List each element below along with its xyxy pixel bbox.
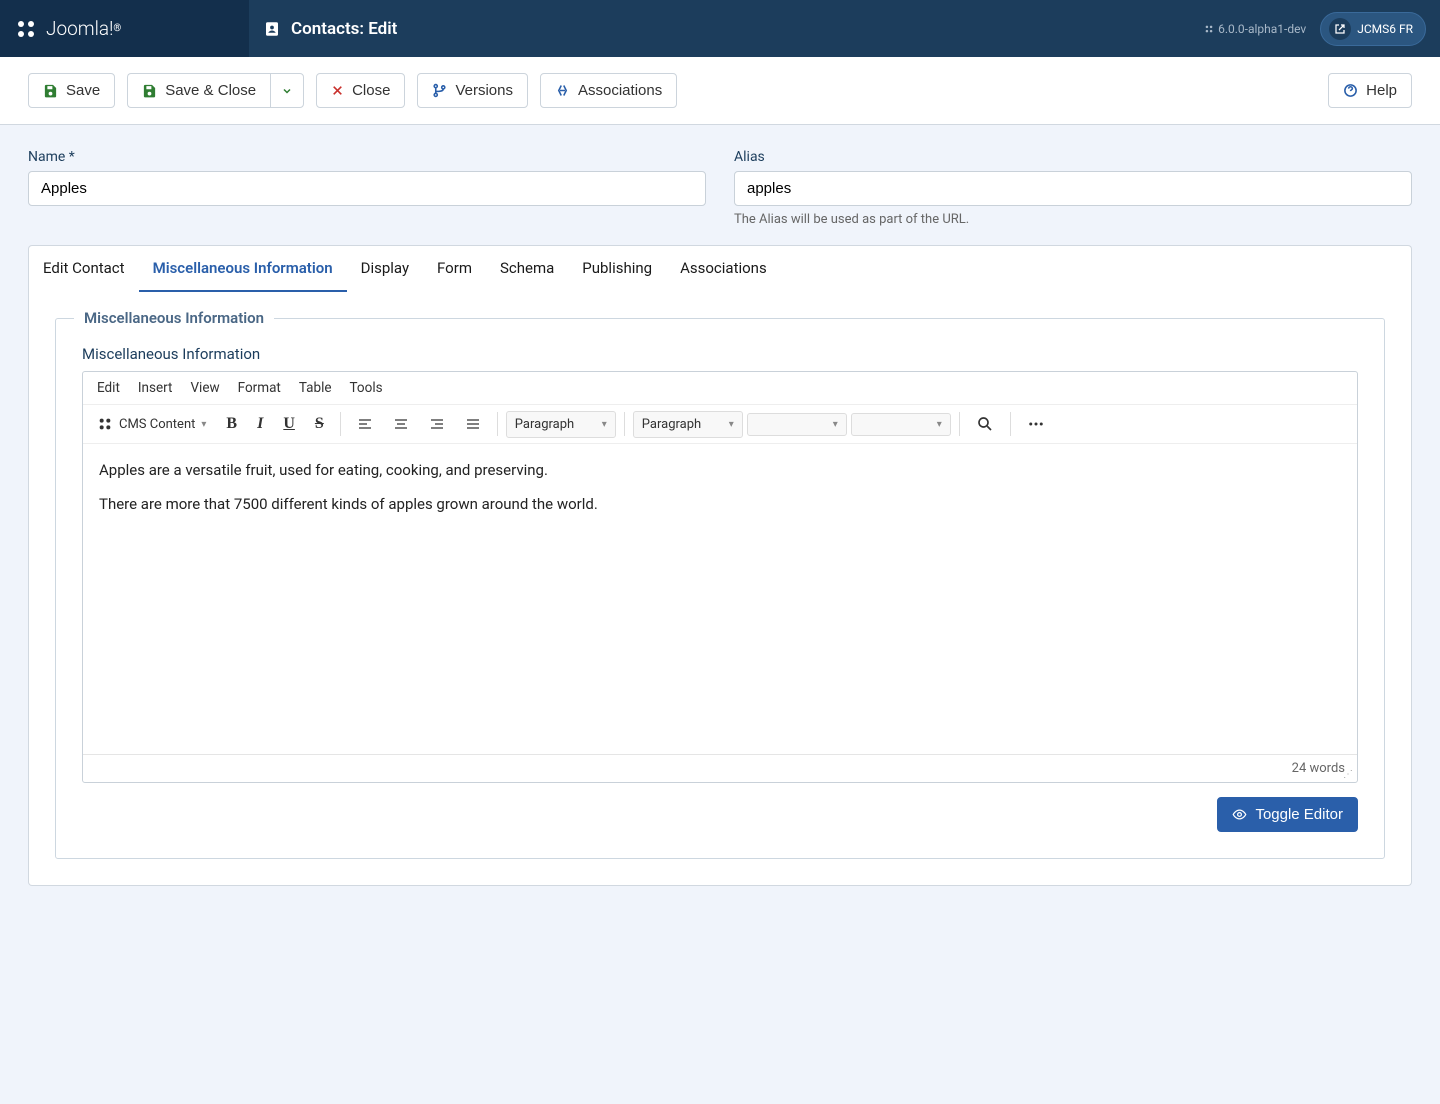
- alias-label: Alias: [734, 149, 1412, 165]
- search-button[interactable]: [968, 409, 1002, 439]
- toggle-editor-button[interactable]: Toggle Editor: [1217, 797, 1358, 832]
- more-button[interactable]: [1019, 409, 1053, 439]
- chevron-down-icon: [281, 85, 293, 97]
- editor-statusbar: 24 words ⋰: [83, 754, 1357, 782]
- help-button[interactable]: Help: [1328, 73, 1412, 108]
- italic-button[interactable]: I: [249, 409, 271, 439]
- tab-misc-info[interactable]: Miscellaneous Information: [139, 246, 347, 292]
- help-icon: [1343, 83, 1358, 98]
- misc-label: Miscellaneous Information: [82, 345, 1358, 363]
- word-count: 24 words: [1292, 761, 1345, 776]
- brand-text: Joomla!: [46, 17, 113, 40]
- menu-table[interactable]: Table: [299, 380, 332, 396]
- align-justify-button[interactable]: [457, 410, 489, 438]
- alias-input[interactable]: [734, 171, 1412, 206]
- topbar-right: 6.0.0-alpha1-dev JCMS6 FR: [1204, 12, 1440, 46]
- page-title-area: Contacts: Edit: [249, 19, 1204, 39]
- chevron-down-icon: ▾: [201, 419, 206, 430]
- size-select[interactable]: ▾: [851, 413, 951, 436]
- title-row: Name * Alias The Alias will be used as p…: [28, 149, 1412, 227]
- eye-icon: [1232, 807, 1247, 822]
- align-center-button[interactable]: [385, 410, 417, 438]
- menu-insert[interactable]: Insert: [138, 380, 173, 396]
- bold-button[interactable]: B: [218, 409, 245, 439]
- tab-form[interactable]: Form: [423, 246, 486, 292]
- joomla-small-icon: [97, 416, 113, 432]
- version-text: 6.0.0-alpha1-dev: [1204, 22, 1306, 36]
- separator: [497, 412, 498, 436]
- menu-tools[interactable]: Tools: [350, 380, 383, 396]
- close-button[interactable]: Close: [316, 73, 405, 108]
- editor-content[interactable]: Apples are a versatile fruit, used for e…: [83, 444, 1357, 754]
- toolbar: Save Save & Close Close Versions Associa…: [0, 57, 1440, 125]
- joomla-small-icon: [1204, 24, 1214, 34]
- chevron-down-icon: ▾: [729, 419, 734, 430]
- tab-schema[interactable]: Schema: [486, 246, 568, 292]
- font-select[interactable]: ▾: [747, 413, 847, 436]
- menu-view[interactable]: View: [190, 380, 219, 396]
- chevron-down-icon: ▾: [833, 419, 838, 430]
- brand-logo[interactable]: Joomla! ®: [0, 0, 249, 57]
- chevron-down-icon: ▾: [602, 419, 607, 430]
- cms-content-button[interactable]: CMS Content ▾: [89, 412, 214, 436]
- tab-publishing[interactable]: Publishing: [568, 246, 666, 292]
- more-icon: [1027, 415, 1045, 433]
- page-title: Contacts: Edit: [291, 19, 397, 39]
- save-button[interactable]: Save: [28, 73, 115, 108]
- separator: [1010, 412, 1011, 436]
- close-icon: [331, 84, 344, 97]
- format-select-1[interactable]: Paragraph▾: [506, 411, 616, 438]
- tab-panel-misc: Miscellaneous Information Miscellaneous …: [28, 292, 1412, 886]
- content-area: Name * Alias The Alias will be used as p…: [0, 125, 1440, 910]
- save-icon: [43, 83, 58, 98]
- align-left-button[interactable]: [349, 410, 381, 438]
- rich-editor: Edit Insert View Format Table Tools CMS …: [82, 371, 1358, 783]
- joomla-icon: [14, 17, 38, 41]
- format-select-2[interactable]: Paragraph▾: [633, 411, 743, 438]
- save-close-button[interactable]: Save & Close: [127, 73, 270, 108]
- associations-button[interactable]: Associations: [540, 73, 677, 108]
- external-link-icon: [1329, 18, 1351, 40]
- search-icon: [976, 415, 994, 433]
- save-icon: [142, 83, 157, 98]
- separator: [624, 412, 625, 436]
- separator: [340, 412, 341, 436]
- name-input[interactable]: [28, 171, 706, 206]
- save-close-group: Save & Close: [127, 73, 304, 108]
- editor-menubar: Edit Insert View Format Table Tools: [83, 372, 1357, 404]
- resize-handle[interactable]: ⋰: [1343, 769, 1353, 780]
- save-close-dropdown[interactable]: [270, 73, 304, 108]
- user-badge[interactable]: JCMS6 FR: [1320, 12, 1426, 46]
- editor-toolbar: CMS Content ▾ B I U S Paragraph▾ Paragra: [83, 404, 1357, 444]
- strikethrough-button[interactable]: S: [307, 409, 332, 439]
- fieldset-legend: Miscellaneous Information: [74, 309, 274, 327]
- underline-button[interactable]: U: [275, 409, 303, 439]
- editor-paragraph: There are more that 7500 different kinds…: [99, 492, 1341, 516]
- alias-hint: The Alias will be used as part of the UR…: [734, 212, 1412, 227]
- tab-associations[interactable]: Associations: [666, 246, 781, 292]
- tab-edit-contact[interactable]: Edit Contact: [29, 246, 139, 292]
- misc-fieldset: Miscellaneous Information Miscellaneous …: [55, 318, 1385, 859]
- topbar: Joomla! ® Contacts: Edit 6.0.0-alpha1-de…: [0, 0, 1440, 57]
- contact-icon: [263, 20, 281, 38]
- chevron-down-icon: ▾: [937, 419, 942, 430]
- editor-paragraph: Apples are a versatile fruit, used for e…: [99, 458, 1341, 482]
- associations-icon: [555, 83, 570, 98]
- separator: [959, 412, 960, 436]
- align-right-button[interactable]: [421, 410, 453, 438]
- tab-display[interactable]: Display: [347, 246, 423, 292]
- name-label: Name *: [28, 149, 706, 165]
- menu-format[interactable]: Format: [238, 380, 281, 396]
- tabs: Edit Contact Miscellaneous Information D…: [28, 245, 1412, 292]
- menu-edit[interactable]: Edit: [97, 380, 120, 396]
- branch-icon: [432, 83, 447, 98]
- versions-button[interactable]: Versions: [417, 73, 528, 108]
